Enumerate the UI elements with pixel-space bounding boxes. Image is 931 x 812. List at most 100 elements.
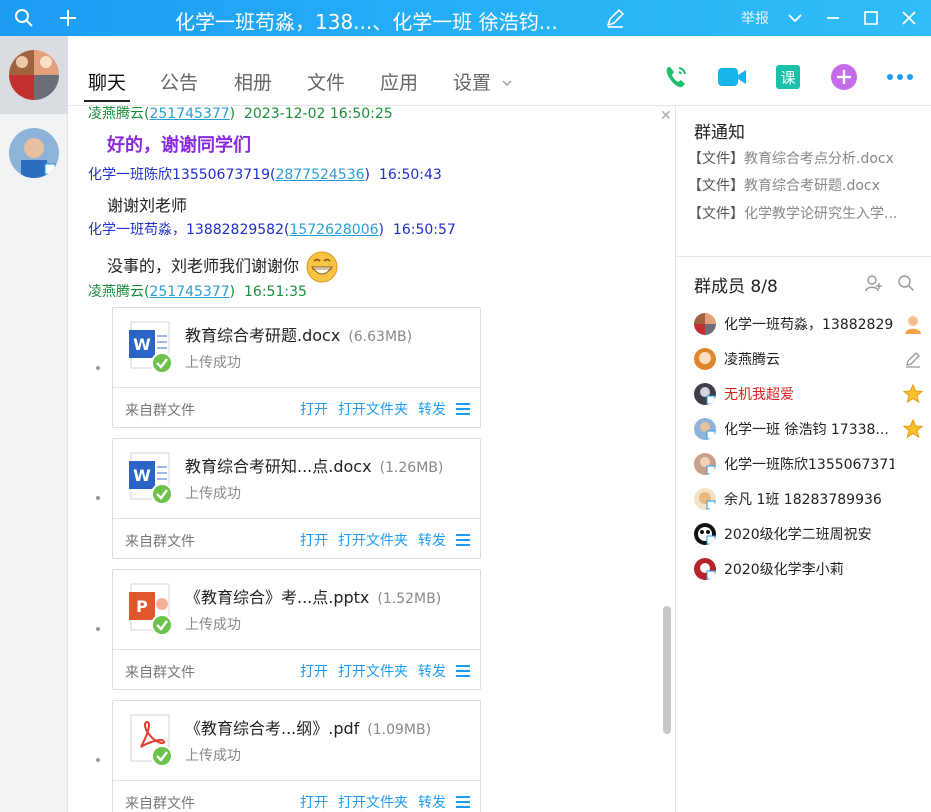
more-icon[interactable]	[885, 62, 915, 92]
star-icon	[902, 383, 924, 405]
member-item[interactable]: 无机我超爱	[694, 381, 924, 407]
plus-icon[interactable]	[56, 6, 80, 30]
tab-settings[interactable]: 设置	[453, 68, 513, 95]
member-name: 无机我超爱	[724, 387, 794, 403]
chevron-down-icon[interactable]	[783, 6, 807, 30]
tab-announcement[interactable]: 公告	[160, 68, 198, 95]
add-member-icon[interactable]	[865, 274, 883, 296]
tab-bar: 聊天 公告 相册 文件 应用 设置 课	[68, 36, 931, 106]
sender-uid[interactable]: 251745377	[149, 284, 229, 300]
open-button[interactable]: 打开	[300, 792, 328, 812]
member-item[interactable]: 2020级化学二班周祝安	[694, 521, 924, 547]
member-item[interactable]: 化学一班陈欣13550673719	[694, 451, 924, 477]
file-name: 教育综合考研题.docx (6.63MB)	[185, 322, 412, 346]
add-app-icon[interactable]	[829, 62, 859, 92]
grin-emoji-icon	[306, 251, 338, 283]
notice-item[interactable]: 【文件】化学教学论研究生入学...	[688, 203, 918, 223]
search-icon[interactable]	[12, 6, 36, 30]
message-time: 16:50:43	[378, 167, 442, 183]
menu-icon[interactable]	[456, 796, 470, 808]
tab-files[interactable]: 文件	[307, 68, 345, 95]
notice-tag: 【文件】	[688, 206, 744, 222]
sender-name[interactable]: 凌燕腾云	[88, 284, 144, 300]
close-icon[interactable]: ✕	[660, 108, 672, 124]
conversation-item-group[interactable]	[0, 36, 68, 114]
file-card-footer: 来自群文件 打开 打开文件夹 转发	[113, 387, 480, 427]
conversation-item-contact[interactable]	[0, 114, 68, 192]
menu-icon[interactable]	[456, 403, 470, 415]
maximize-icon[interactable]	[859, 6, 883, 30]
sender-uid[interactable]: 1572628006	[289, 222, 378, 238]
file-card-body[interactable]: P 《教育综合》考...点.pptx (1.52MB) 上传成功	[113, 570, 480, 649]
chat-scrollbar[interactable]	[663, 606, 671, 734]
member-avatar	[694, 348, 716, 370]
member-name: 2020级化学二班周祝安	[724, 527, 872, 543]
edit-icon[interactable]	[605, 8, 625, 32]
member-item[interactable]: 余凡 1班 18283789936	[694, 486, 924, 512]
member-item[interactable]: 凌燕腾云	[694, 346, 924, 372]
title-bar: 化学一班苟淼，138...、化学一班 徐浩钧... 举报	[0, 0, 931, 36]
open-folder-button[interactable]: 打开文件夹	[338, 399, 408, 419]
search-icon[interactable]	[897, 274, 915, 296]
open-folder-button[interactable]: 打开文件夹	[338, 792, 408, 812]
forward-button[interactable]: 转发	[418, 661, 446, 681]
forward-button[interactable]: 转发	[418, 399, 446, 419]
voice-call-icon[interactable]	[661, 62, 691, 92]
notice-item[interactable]: 【文件】教育综合考研题.docx	[688, 175, 918, 195]
member-avatar	[694, 383, 716, 405]
open-folder-button[interactable]: 打开文件夹	[338, 530, 408, 550]
forward-button[interactable]: 转发	[418, 792, 446, 812]
member-item[interactable]: 化学一班苟淼，13882829582	[694, 311, 924, 337]
file-card-body[interactable]: W 教育综合考研题.docx (6.63MB) 上传成功	[113, 308, 480, 387]
file-name: 《教育综合考...纲》.pdf (1.09MB)	[185, 715, 431, 739]
word-file-icon: W	[129, 320, 173, 374]
tab-chat[interactable]: 聊天	[88, 68, 126, 95]
message-text: 好的，谢谢同学们	[107, 135, 251, 156]
member-item[interactable]: 2020级化学李小莉	[694, 556, 924, 582]
sender-name[interactable]: 化学一班苟淼，13882829582	[88, 222, 284, 238]
svg-text:课: 课	[780, 69, 795, 87]
file-card-body[interactable]: 《教育综合考...纲》.pdf (1.09MB) 上传成功	[113, 701, 480, 780]
sender-name[interactable]: 化学一班陈欣13550673719	[88, 167, 270, 183]
upload-status: 上传成功	[185, 355, 241, 371]
tab-active-underline	[84, 100, 130, 102]
upload-status: 上传成功	[185, 617, 241, 633]
open-button[interactable]: 打开	[300, 530, 328, 550]
file-name-text: 《教育综合》考...点.pptx	[185, 588, 370, 607]
minimize-icon[interactable]	[821, 6, 845, 30]
window-title: 化学一班苟淼，138...、化学一班 徐浩钧...	[175, 10, 558, 34]
edit-icon[interactable]	[902, 348, 924, 370]
class-icon[interactable]: 课	[773, 62, 803, 92]
member-name: 余凡 1班 18283789936	[724, 492, 882, 508]
sender-uid[interactable]: 2877524536	[275, 167, 364, 183]
owner-icon	[902, 313, 924, 335]
member-avatar	[694, 453, 716, 475]
notice-item[interactable]: 【文件】教育综合考点分析.docx	[688, 148, 918, 168]
report-button[interactable]: 举报	[741, 8, 769, 28]
forward-button[interactable]: 转发	[418, 530, 446, 550]
menu-icon[interactable]	[456, 665, 470, 677]
file-card-body[interactable]: W 教育综合考研知...点.docx (1.26MB) 上传成功	[113, 439, 480, 518]
member-name: 凌燕腾云	[724, 352, 780, 368]
close-icon[interactable]	[897, 6, 921, 30]
sender-uid[interactable]: 251745377	[149, 106, 229, 122]
list-bullet	[96, 758, 100, 762]
svg-text:W: W	[133, 335, 151, 354]
chevron-down-icon	[502, 80, 512, 86]
file-card: W 教育综合考研知...点.docx (1.26MB) 上传成功 来自群文件 打开…	[112, 438, 481, 559]
menu-icon[interactable]	[456, 534, 470, 546]
list-bullet	[96, 496, 100, 500]
member-item[interactable]: 化学一班 徐浩钧 17338...	[694, 416, 924, 442]
open-folder-button[interactable]: 打开文件夹	[338, 661, 408, 681]
tab-album[interactable]: 相册	[234, 68, 272, 95]
open-button[interactable]: 打开	[300, 661, 328, 681]
list-bullet	[96, 366, 100, 370]
tab-apps[interactable]: 应用	[380, 68, 418, 95]
file-card: P 《教育综合》考...点.pptx (1.52MB) 上传成功 来自群文件 打开…	[112, 569, 481, 690]
member-name: 化学一班 徐浩钧 17338...	[724, 422, 889, 438]
file-source: 来自群文件	[125, 796, 195, 812]
sender-name[interactable]: 凌燕腾云	[88, 106, 144, 122]
video-call-icon[interactable]	[717, 62, 747, 92]
open-button[interactable]: 打开	[300, 399, 328, 419]
message-header: 化学一班陈欣13550673719(2877524536) 16:50:43	[88, 167, 442, 183]
